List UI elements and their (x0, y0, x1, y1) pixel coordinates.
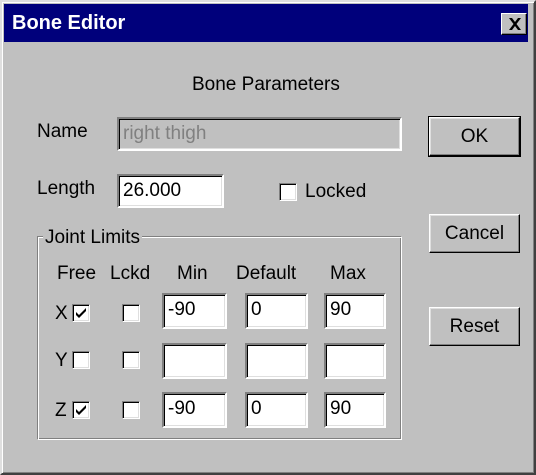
default-field-x[interactable]: 0 (245, 293, 308, 329)
lckd-checkbox-z[interactable] (122, 401, 140, 419)
lckd-checkbox-x[interactable] (122, 304, 140, 322)
name-field: right thigh (117, 117, 402, 151)
length-label: Length (37, 178, 96, 199)
max-field-z[interactable]: 90 (324, 392, 386, 428)
lckd-column-header: Lckd (110, 263, 151, 284)
free-checkbox-z[interactable] (72, 401, 90, 419)
reset-button-label: Reset (449, 315, 500, 337)
default-column-header: Default (236, 263, 297, 284)
window-title: Bone Editor (12, 12, 126, 34)
max-field-y[interactable] (324, 343, 386, 379)
joint-limits-title: Joint Limits (43, 227, 143, 248)
axis-label-z: Z (55, 400, 67, 421)
length-field[interactable]: 26.000 (117, 174, 224, 208)
free-column-header: Free (57, 263, 97, 284)
max-field-x[interactable]: 90 (324, 293, 386, 329)
min-field-z[interactable]: -90 (162, 392, 227, 428)
min-column-header: Min (177, 263, 208, 284)
default-field-z[interactable]: 0 (245, 392, 308, 428)
ok-button-label: OK (460, 125, 489, 147)
min-field-x[interactable]: -90 (162, 293, 227, 329)
close-button[interactable] (501, 13, 527, 35)
cancel-button-label: Cancel (444, 222, 505, 244)
max-column-header: Max (330, 263, 366, 284)
cancel-button[interactable]: Cancel (429, 214, 520, 253)
axis-label-y: Y (55, 350, 68, 371)
free-checkbox-y[interactable] (72, 351, 90, 369)
ok-button[interactable]: OK (428, 116, 521, 157)
free-checkbox-x[interactable] (72, 304, 90, 322)
checkmark-icon (76, 405, 86, 415)
reset-button[interactable]: Reset (429, 307, 520, 346)
locked-label: Locked (305, 181, 367, 202)
name-label: Name (37, 121, 88, 142)
bone-parameters-heading: Bone Parameters (192, 74, 340, 95)
locked-checkbox[interactable] (279, 183, 297, 201)
close-icon (509, 18, 521, 30)
lckd-checkbox-y[interactable] (122, 351, 140, 369)
min-field-y[interactable] (162, 343, 227, 379)
title-bar[interactable]: Bone Editor (4, 4, 528, 42)
axis-label-x: X (55, 303, 68, 324)
checkmark-icon (76, 308, 86, 318)
default-field-y[interactable] (245, 343, 308, 379)
